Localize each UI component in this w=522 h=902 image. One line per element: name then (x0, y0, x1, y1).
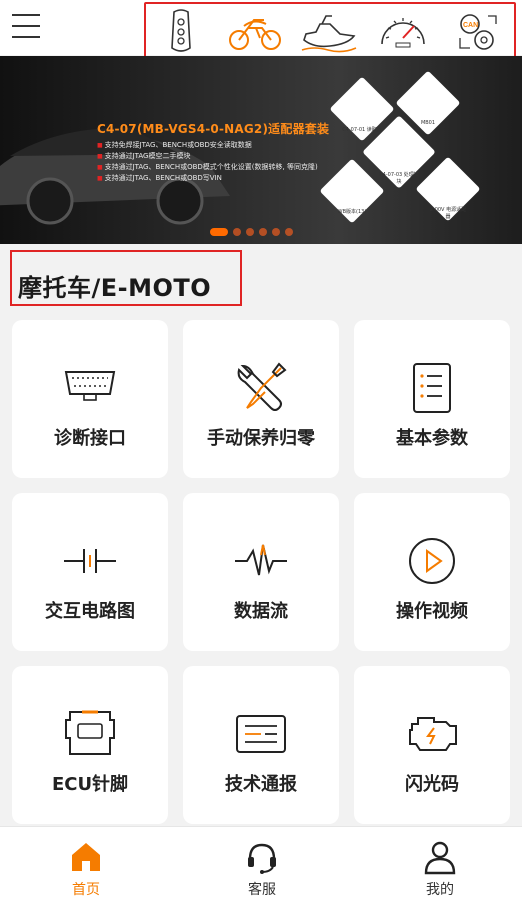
play-circle-icon (409, 538, 455, 584)
tile-label: 数据流 (234, 601, 288, 622)
tile-label: ECU针脚 (51, 774, 129, 795)
tile-label: 交互电路图 (45, 601, 135, 622)
tile-diagnostic-port[interactable]: 诊断接口 (12, 320, 168, 478)
tile-label: 诊断接口 (54, 428, 126, 449)
waveform-icon (235, 544, 287, 576)
banner-feature: 支持通过JTAG模空二手模块 (97, 151, 318, 162)
tile-operation-video[interactable]: 操作视频 (354, 493, 510, 651)
tab-home[interactable]: 首页 (36, 837, 136, 898)
tab-label: 我的 (426, 882, 454, 898)
jet-ski-icon (301, 15, 357, 53)
promo-banner[interactable]: C4-07(MB-VGS4-0-NAG2)适配器套装 支持免焊接JTAG、BEN… (0, 56, 522, 244)
banner-title: C4-07(MB-VGS4-0-NAG2)适配器套装 (97, 122, 330, 136)
banner-feature: 支持通过JTAG、BENCH或OBD写VIN (97, 173, 318, 184)
category-motorcycle[interactable] (226, 8, 284, 60)
home-icon (72, 843, 100, 871)
tile-circuit-diagram[interactable]: 交互电路图 (12, 493, 168, 651)
category-car-key[interactable] (152, 8, 210, 56)
list-document-icon (413, 363, 451, 413)
engine-flash-icon (409, 717, 457, 751)
obd-port-icon (64, 371, 116, 401)
bulletin-icon (236, 715, 286, 753)
tile-technical-bulletin[interactable]: 技术通报 (183, 666, 339, 824)
carousel-dot[interactable] (259, 227, 267, 236)
carousel-dot[interactable] (233, 227, 241, 236)
tile-label: 闪光码 (405, 774, 459, 795)
tile-maintenance-reset[interactable]: 手动保养归零 (183, 320, 339, 478)
top-bar: CAN (0, 0, 522, 64)
carousel-dot[interactable] (272, 227, 280, 236)
module-label: WB版本(13) (337, 209, 367, 215)
tile-flash-code[interactable]: 闪光码 (354, 666, 510, 824)
category-jet-ski[interactable] (300, 8, 358, 56)
speedometer-icon (381, 18, 425, 48)
wrench-screwdriver-icon (237, 362, 287, 411)
car-key-icon (171, 9, 191, 52)
hamburger-icon[interactable] (10, 10, 42, 42)
section-title: 摩托车/E-MOTO (18, 274, 212, 302)
module-label: 2.00V 电源适配器 (429, 207, 467, 220)
user-icon (424, 841, 456, 875)
headset-icon (248, 843, 276, 874)
circuit-icon (64, 549, 116, 573)
tile-ecu-pinout[interactable]: ECU针脚 (12, 666, 168, 824)
can-badge: CAN (463, 22, 478, 29)
banner-feature: 支持免焊接JTAG、BENCH或OBD安全读取数据 (97, 140, 318, 151)
tile-label: 技术通报 (225, 774, 297, 795)
carousel-indicator[interactable] (210, 221, 298, 236)
tile-data-stream[interactable]: 数据流 (183, 493, 339, 651)
can-gears-icon: CAN (459, 14, 497, 50)
tile-label: 基本参数 (396, 428, 468, 449)
category-strip: CAN (144, 2, 516, 64)
banner-feature-list: 支持免焊接JTAG、BENCH或OBD安全读取数据 支持通过JTAG模空二手模块… (97, 140, 318, 184)
banner-feature: 支持通过JTAG、BENCH或OBD模式个性化设置(数据转移, 等同克隆) (97, 162, 318, 173)
tab-label: 客服 (248, 882, 276, 898)
tile-label: 手动保养归零 (207, 428, 315, 449)
adapter-module-images: C4-07-01 读取器 MB01 C4-07-03 处理模块 WB版本(13)… (319, 70, 515, 241)
bottom-tab-bar: 首页 客服 我的 (0, 826, 522, 902)
tile-basic-parameters[interactable]: 基本参数 (354, 320, 510, 478)
carousel-dot[interactable] (210, 227, 228, 236)
module-label: C4-07-03 处理模块 (379, 172, 419, 185)
category-speedometer[interactable] (374, 8, 432, 56)
module-label: C4-07-01 读取器 (342, 127, 382, 133)
motorcycle-icon (229, 19, 281, 50)
carousel-dot[interactable] (285, 227, 293, 236)
category-can-bus[interactable]: CAN (448, 8, 506, 56)
tile-label: 操作视频 (396, 601, 468, 622)
tab-label: 首页 (72, 882, 100, 898)
tab-customer-service[interactable]: 客服 (212, 837, 312, 898)
module-label: MB01 (420, 120, 436, 126)
carousel-dot[interactable] (246, 227, 254, 236)
tab-profile[interactable]: 我的 (390, 837, 490, 898)
ecu-connector-icon (65, 710, 115, 755)
